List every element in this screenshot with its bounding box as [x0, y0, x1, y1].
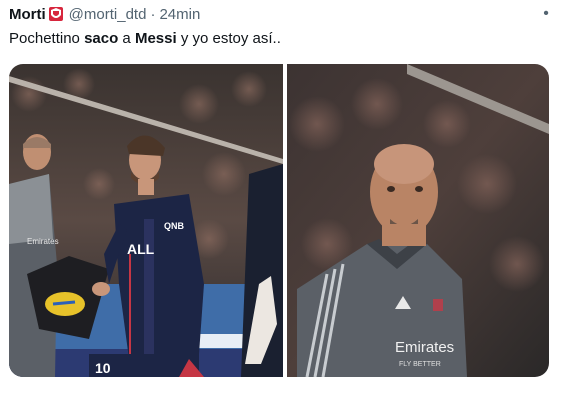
messi-substitution-photo: Emirates ALL QNB 10 [9, 64, 283, 377]
svg-text:10: 10 [95, 360, 111, 376]
media-image-left[interactable]: Emirates ALL QNB 10 [9, 64, 283, 377]
jersey-sponsor: QNB [164, 221, 185, 231]
trainer-sponsor-left: Emirates [27, 237, 59, 246]
trainer-sponsor-right-line2: FLY BETTER [399, 361, 441, 368]
club-crest-icon [48, 7, 63, 21]
tweet-text-part: y yo estoy así.. [176, 30, 281, 47]
tweet-timestamp[interactable]: 24min [159, 6, 200, 23]
tweet-text: Pochettino saco a Messi y yo estoy así.. [9, 30, 281, 47]
tweet-card[interactable]: Morti @morti_dtd · 24min • Pochettino sa… [0, 0, 577, 400]
tweet-text-part: a [118, 30, 135, 47]
media-image-right[interactable]: Emirates FLY BETTER [287, 64, 549, 377]
staff-reaction-photo: Emirates FLY BETTER [287, 64, 549, 377]
more-options-icon[interactable]: • [537, 4, 555, 24]
tweet-text-bold: Messi [134, 30, 177, 47]
tweet-text-bold: saco [84, 30, 119, 47]
jersey-brand: ALL [127, 241, 155, 257]
tweet-media[interactable]: Emirates ALL QNB 10 Emirates FLY BETTER [9, 64, 549, 377]
separator-dot: · [150, 5, 156, 23]
author-name[interactable]: Morti [9, 6, 46, 23]
tweet-header: Morti @morti_dtd · 24min [9, 4, 200, 24]
tweet-text-part: Pochettino [9, 30, 85, 47]
author-handle[interactable]: @morti_dtd [69, 6, 147, 23]
trainer-sponsor-right: Emirates [395, 339, 454, 356]
